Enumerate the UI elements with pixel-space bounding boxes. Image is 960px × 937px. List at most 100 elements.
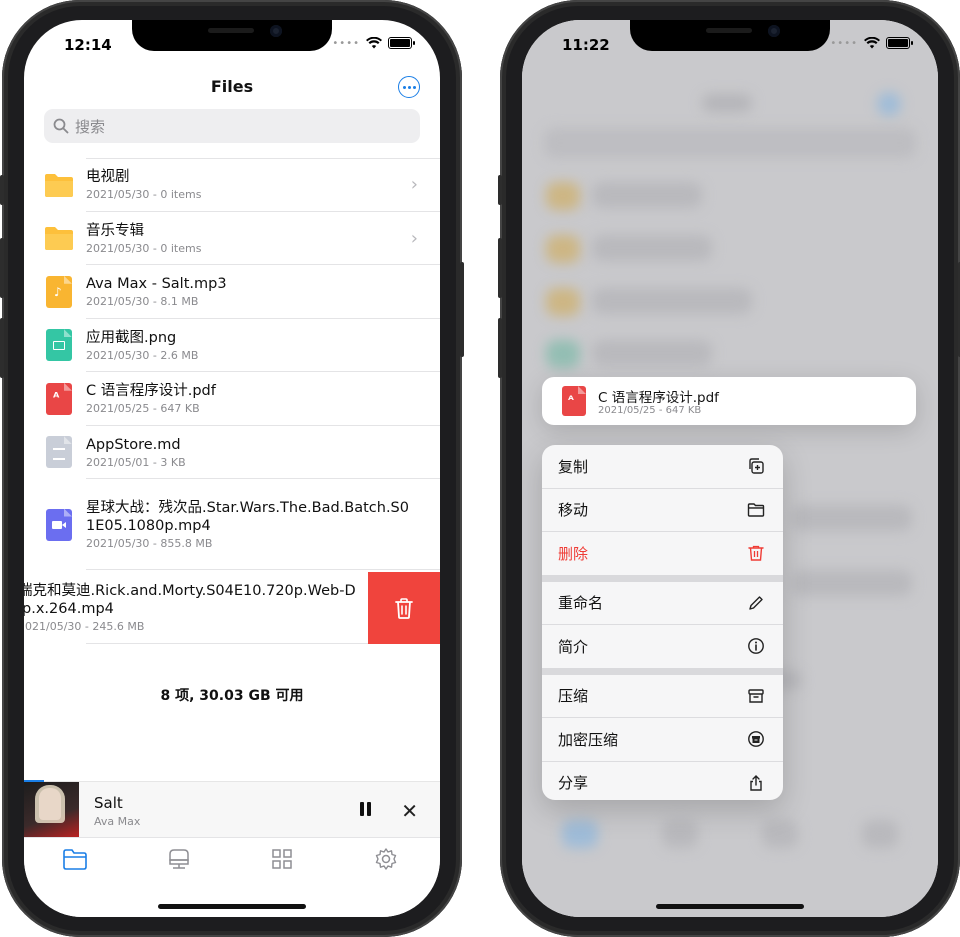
menu-item-copy[interactable]: 复制 [542,445,783,489]
file-meta: 2021/05/30 - 245.6 MB [24,620,145,633]
menu-item-info[interactable]: 简介 [542,625,783,668]
more-options-button[interactable] [398,76,420,98]
wifi-icon [366,37,382,49]
list-item[interactable]: 应用截图.png 2021/05/30 - 2.6 MB [24,319,440,372]
volume-up-button [498,238,502,298]
file-name: 音乐专辑 [86,222,144,239]
status-indicators: •••• [830,37,913,49]
menu-item-delete[interactable]: 删除 [542,532,783,575]
list-item[interactable]: 电视剧 2021/05/30 - 0 items › [24,158,440,212]
playback-progress [24,780,44,782]
power-button [460,262,464,357]
file-meta: 2021/05/25 - 647 KB [86,402,200,416]
file-meta: 2021/05/01 - 3 KB [86,455,186,469]
menu-item-label: 简介 [558,637,589,656]
file-name: C 语言程序设计.pdf [86,383,216,400]
file-list: 电视剧 2021/05/30 - 0 items › 音乐专辑 2021/05/30… [24,158,440,570]
battery-icon [886,37,913,49]
pdf-file-icon: ᴬ [562,386,586,416]
list-item[interactable]: ᴬ C 语言程序设计.pdf 2021/05/25 - 647 KB [24,372,440,426]
search-placeholder: 搜索 [75,117,106,136]
file-meta: 2021/05/30 - 0 items [86,241,202,255]
menu-item-move[interactable]: 移动 [542,489,783,532]
volume-up-button [0,238,4,298]
volume-down-button [0,318,4,378]
chevron-right-icon: › [410,174,418,196]
tab-grid[interactable] [269,846,295,872]
info-icon [748,638,764,655]
tab-servers[interactable] [166,846,192,872]
context-menu-screen: 11:22 •••• ᴬ C 语言程序设计.pdf 2021/05/25 - 6… [522,20,938,917]
file-meta: 2021/05/30 - 0 items [86,188,202,202]
pdf-file-icon: ᴬ [46,382,72,415]
menu-item-compress[interactable]: 压缩 [542,675,783,718]
preview-file-meta: 2021/05/25 - 647 KB [598,405,702,416]
home-indicator [158,904,306,909]
right-phone-frame: 11:22 •••• ᴬ C 语言程序设计.pdf 2021/05/25 - 6… [498,0,960,937]
close-player-button[interactable]: ✕ [401,799,418,823]
left-phone-frame: 12:14 •••• Files 搜索 电视剧 2021/05/30 - 0 it… [0,0,464,937]
folder-icon [45,173,73,197]
mute-switch [0,175,4,205]
swiped-list-item[interactable]: 瑞克和莫迪.Rick.and.Morty.S04E10.720p.Web-Dlp… [24,572,440,644]
preview-file-name: C 语言程序设计.pdf [598,390,719,406]
folder-icon [45,227,73,251]
tab-settings[interactable] [373,846,399,872]
track-artist: Ava Max [94,815,141,828]
menu-section-divider [542,574,783,582]
file-preview-card[interactable]: ᴬ C 语言程序设计.pdf 2021/05/25 - 647 KB [542,377,916,425]
list-item[interactable]: 音乐专辑 2021/05/30 - 0 items › [24,212,440,265]
menu-item-label: 分享 [558,774,589,793]
now-playing-bar[interactable]: Salt Ava Max ✕ [24,780,440,838]
menu-item-label: 删除 [558,544,589,563]
menu-item-rename[interactable]: 重命名 [542,582,783,625]
signal-icon: •••• [830,37,858,49]
context-menu: 复制 移动 删除 重命名 简介 压缩 加密压缩 分享 [542,445,783,800]
status-time: 12:14 [64,36,112,54]
notch [630,20,830,51]
swiped-row-content: 瑞克和莫迪.Rick.and.Morty.S04E10.720p.Web-Dlp… [24,572,368,644]
share-icon [750,775,762,791]
folder-icon [747,503,765,517]
mute-switch [498,175,502,205]
storage-summary: 8 项, 30.03 GB 可用 [160,688,304,704]
list-item[interactable]: ♪ Ava Max - Salt.mp3 2021/05/30 - 8.1 MB [24,265,440,319]
menu-item-label: 重命名 [558,594,604,613]
audio-file-icon: ♪ [46,275,72,308]
search-input[interactable]: 搜索 [44,109,420,143]
archive-icon [748,689,764,703]
text-file-icon [46,436,72,469]
signal-icon: •••• [332,37,360,49]
menu-item-label: 复制 [558,457,589,476]
status-time: 11:22 [562,36,610,54]
file-name: AppStore.md [86,436,181,453]
menu-section-divider [542,667,783,675]
file-meta: 2021/05/30 - 8.1 MB [86,295,199,309]
delete-swipe-button[interactable] [368,572,440,644]
tab-files[interactable] [62,846,88,872]
menu-item-label: 加密压缩 [558,730,619,749]
file-name: Ava Max - Salt.mp3 [86,276,227,293]
video-file-icon [46,508,72,541]
wifi-icon [864,37,880,49]
volume-down-button [498,318,502,378]
notch [132,20,332,51]
duplicate-icon [749,458,764,474]
pause-button[interactable] [360,802,372,816]
pencil-icon [749,596,763,610]
file-name: 星球大战：残次品.Star.Wars.The.Bad.Batch.S01E05.… [86,500,409,534]
file-name: 电视剧 [86,169,130,186]
menu-item-share[interactable]: 分享 [542,762,783,801]
menu-item-label: 移动 [558,501,589,520]
page-title: Files [210,77,254,96]
chevron-right-icon: › [410,227,418,249]
list-item[interactable]: AppStore.md 2021/05/01 - 3 KB [24,426,440,479]
file-meta: 2021/05/30 - 2.6 MB [86,348,199,362]
menu-item-encrypted-compress[interactable]: 加密压缩 [542,718,783,762]
battery-icon [388,37,415,49]
file-meta: 2021/05/30 - 855.8 MB [86,537,213,550]
file-name: 应用截图.png [86,329,177,346]
list-item[interactable]: 星球大战：残次品.Star.Wars.The.Bad.Batch.S01E05.… [24,479,440,570]
files-screen: 12:14 •••• Files 搜索 电视剧 2021/05/30 - 0 it… [24,20,440,917]
file-name: 瑞克和莫迪.Rick.and.Morty.S04E10.720p.Web-Dlp… [24,583,356,617]
